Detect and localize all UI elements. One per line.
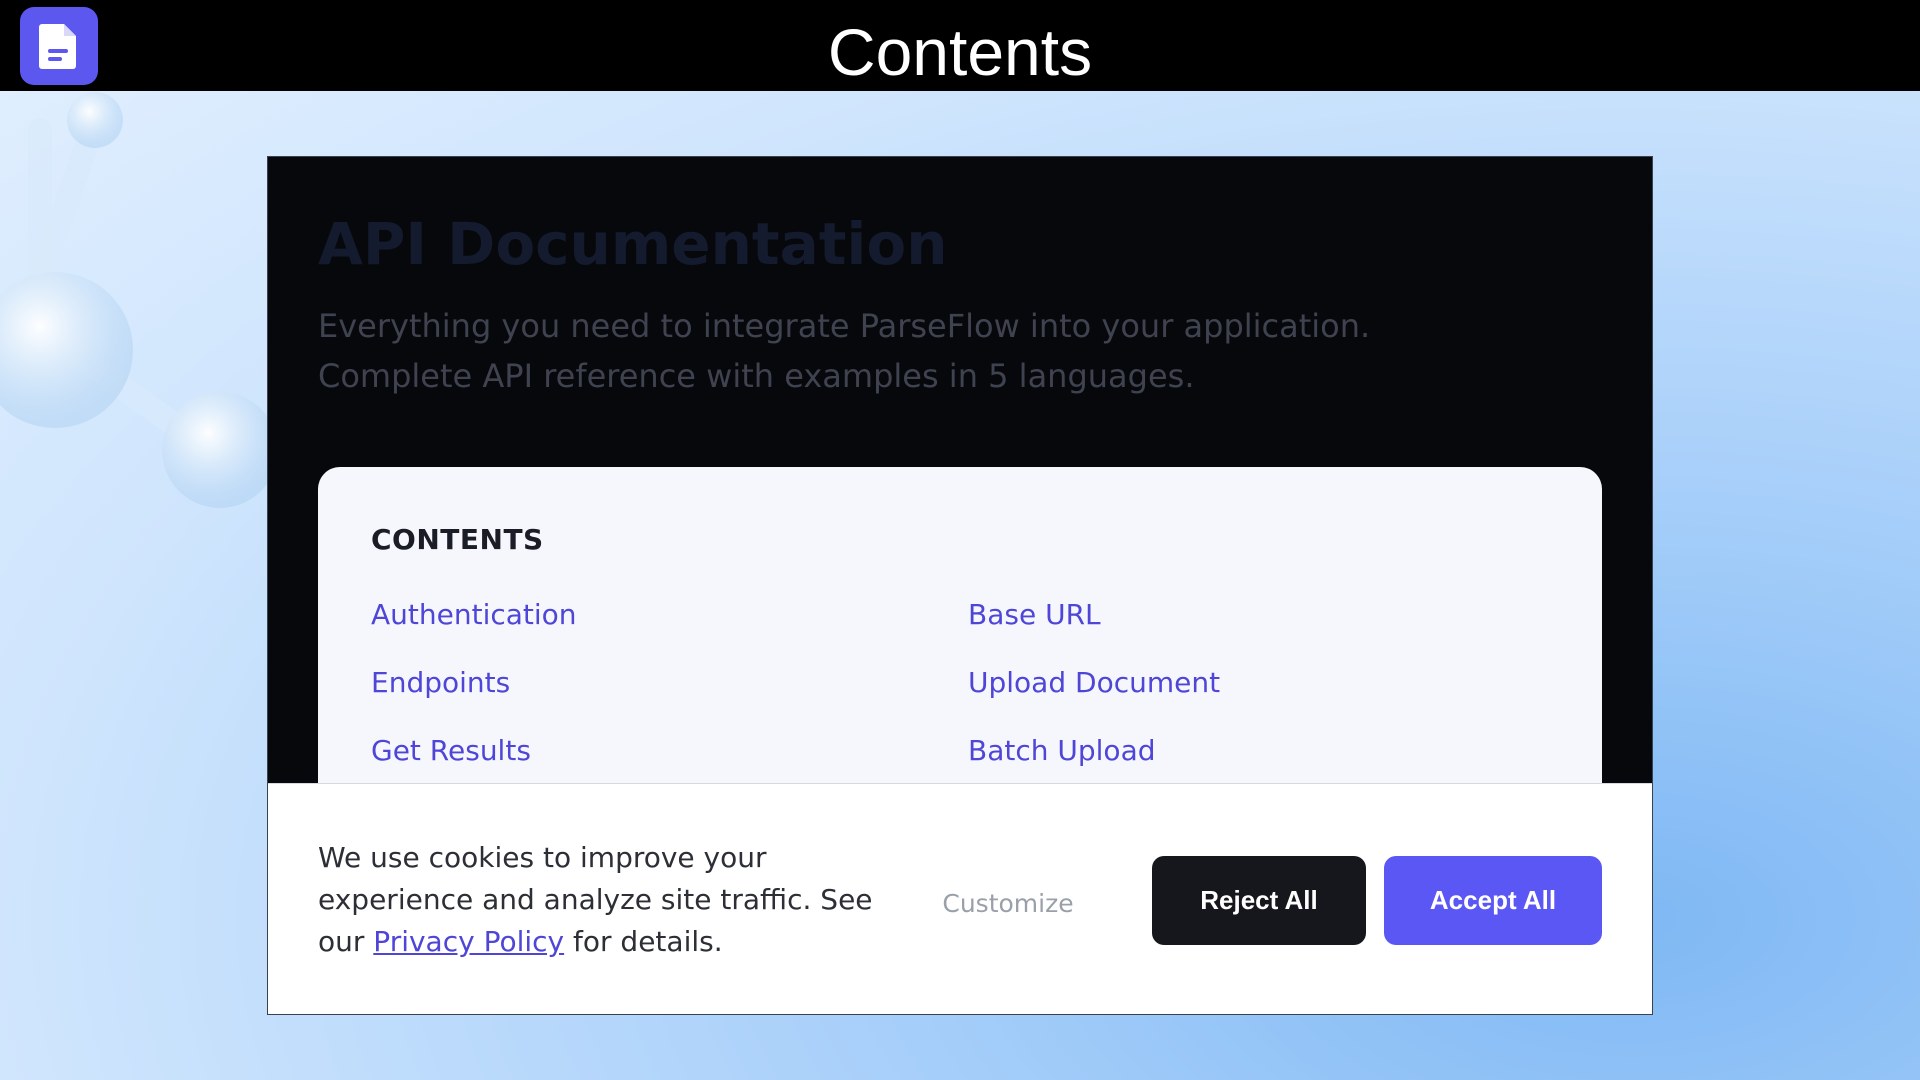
page-title: Contents — [827, 15, 1093, 89]
reject-all-button[interactable]: Reject All — [1152, 856, 1366, 945]
cookie-banner: We use cookies to improve your experienc… — [268, 783, 1652, 1014]
top-bar: Contents — [0, 0, 1920, 91]
contents-heading: CONTENTS — [371, 523, 544, 556]
accept-all-button[interactable]: Accept All — [1384, 856, 1602, 945]
cookie-text-after: for details. — [564, 925, 723, 958]
toc-link-endpoints[interactable]: Endpoints — [371, 666, 510, 699]
toc-link-get-results[interactable]: Get Results — [371, 734, 531, 767]
doc-title: API Documentation — [318, 210, 948, 278]
molecule-decoration-icon — [0, 92, 278, 508]
doc-description: Everything you need to integrate ParseFl… — [318, 307, 1371, 395]
customize-button[interactable]: Customize — [938, 875, 1078, 931]
toc-link-upload-document[interactable]: Upload Document — [968, 666, 1220, 699]
toc-link-batch-upload[interactable]: Batch Upload — [968, 734, 1156, 767]
toc-link-authentication[interactable]: Authentication — [371, 598, 577, 631]
toc-link-base-url[interactable]: Base URL — [968, 598, 1101, 631]
privacy-policy-link[interactable]: Privacy Policy — [373, 925, 564, 958]
browser-content: API Documentation Everything you need to… — [268, 157, 1652, 1014]
cookie-message: We use cookies to improve your experienc… — [318, 837, 898, 963]
